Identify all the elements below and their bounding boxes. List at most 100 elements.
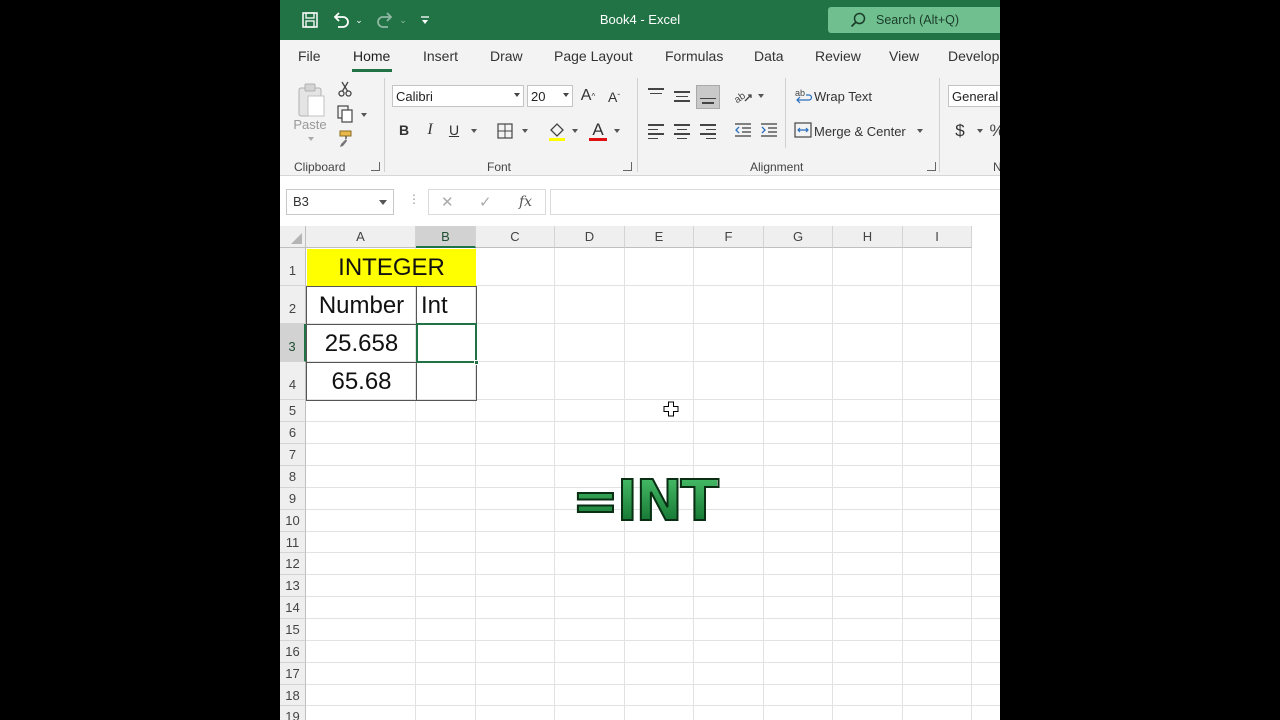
group-separator [939,78,940,172]
row-header-19[interactable]: 19 [280,706,306,720]
row-header-11[interactable]: 11 [280,532,306,553]
tab-insert[interactable]: Insert [423,48,458,64]
row-header-5[interactable]: 5 [280,400,306,422]
tab-draw[interactable]: Draw [490,48,523,64]
align-middle-icon[interactable] [674,91,690,105]
column-header-f[interactable]: F [694,226,764,248]
column-header-i[interactable]: I [903,226,972,248]
cut-icon[interactable] [336,80,354,98]
search-box[interactable]: Search (Alt+Q) [828,7,1000,33]
tab-file[interactable]: File [298,48,321,64]
copy-icon[interactable] [335,104,355,124]
borders-icon[interactable] [495,121,515,141]
insert-function-button[interactable]: fx [519,194,532,210]
column-header-b[interactable]: B [416,226,476,248]
font-color-dropdown-icon[interactable] [614,129,620,133]
worksheet-grid: ABCDEFGHI 1 2 3 4 5 6 7 8 9 10 11 12 13 14 15 16 17 18 19 … [280,226,1000,720]
merge-center-button[interactable]: Merge & Center [814,121,906,141]
decrease-indent-icon[interactable] [733,122,753,138]
gridline-vertical [763,248,764,720]
column-header-c[interactable]: C [476,226,555,248]
orientation-dropdown-icon[interactable] [758,94,764,98]
merge-dropdown-icon[interactable] [917,129,923,133]
row-header-12[interactable]: 12 [280,553,306,575]
font-size-dropdown[interactable]: 20 [527,85,573,107]
fill-handle[interactable] [474,360,479,365]
row-header-14[interactable]: 14 [280,597,306,619]
row-header-2[interactable]: 2 [280,286,306,324]
row-header-3[interactable]: 3 [280,324,306,362]
tab-developer[interactable]: Develop [948,48,999,64]
row-header-1[interactable]: 1 [280,248,306,286]
row-header-8[interactable]: 8 [280,466,306,488]
row-header-4[interactable]: 4 [280,362,306,400]
cell-a1-value: INTEGER [338,253,445,281]
row-header-18[interactable]: 18 [280,685,306,706]
gridline-vertical [902,248,903,720]
underline-button[interactable]: U [446,120,462,140]
cell-a1[interactable]: INTEGER [307,249,476,286]
tab-page-layout[interactable]: Page Layout [554,48,633,64]
tab-data[interactable]: Data [754,48,784,64]
fill-color-icon[interactable] [546,120,568,142]
font-launcher-icon[interactable] [623,162,632,171]
row-header-13[interactable]: 13 [280,575,306,597]
column-header-d[interactable]: D [555,226,625,248]
currency-dropdown-icon[interactable] [977,129,983,133]
paste-label[interactable]: Paste [290,116,330,132]
wrap-text-button[interactable]: Wrap Text [814,86,872,106]
align-bottom-icon[interactable] [696,85,720,109]
currency-format-button[interactable]: $ [953,120,967,142]
increase-indent-icon[interactable] [759,122,779,138]
bold-button[interactable]: B [396,120,412,140]
row-header-10[interactable]: 10 [280,510,306,532]
italic-button[interactable]: I [422,120,438,140]
row-header-6[interactable]: 6 [280,422,306,444]
row-header-17[interactable]: 17 [280,663,306,685]
name-box-value: B3 [293,194,309,209]
tab-review[interactable]: Review [815,48,861,64]
column-header-h[interactable]: H [833,226,903,248]
wrap-text-icon[interactable]: ab [794,86,816,106]
number-format-dropdown[interactable]: General [948,85,1000,107]
merge-center-icon[interactable] [793,121,813,139]
formula-input[interactable] [550,189,1000,215]
clipboard-launcher-icon[interactable] [371,162,380,171]
borders-dropdown-icon[interactable] [522,129,528,133]
row-header-16[interactable]: 16 [280,641,306,663]
tab-home[interactable]: Home [353,48,390,64]
tab-view[interactable]: View [889,48,919,64]
align-left-icon[interactable] [648,124,664,142]
column-header-g[interactable]: G [764,226,833,248]
paste-dropdown-icon[interactable] [308,137,314,141]
align-center-icon[interactable] [674,124,690,142]
gridline-horizontal [306,596,1000,597]
align-top-icon[interactable] [648,88,664,102]
underline-dropdown-icon[interactable] [471,129,477,133]
cancel-icon[interactable]: ✕ [441,193,454,211]
increase-font-size-icon[interactable]: A ^ [578,85,598,107]
format-painter-icon[interactable] [335,129,355,149]
orientation-icon[interactable]: ab [732,85,754,107]
align-right-icon[interactable] [700,124,716,142]
select-all-button[interactable] [280,226,306,248]
font-name-dropdown[interactable]: Calibri [392,85,524,107]
decrease-font-size-icon[interactable]: Aˇ [604,87,624,107]
enter-icon[interactable]: ✓ [479,193,492,211]
column-header-e[interactable]: E [625,226,694,248]
formula-overlay-text: =INT [571,469,720,534]
alignment-launcher-icon[interactable] [927,162,936,171]
active-cell-b3[interactable] [416,323,477,363]
row-header-15[interactable]: 15 [280,619,306,641]
formula-bar-grip-icon[interactable]: ⋮ [408,192,420,206]
gridline-horizontal [306,443,1000,444]
row-header-9[interactable]: 9 [280,488,306,510]
fill-color-dropdown-icon[interactable] [572,129,578,133]
row-header-7[interactable]: 7 [280,444,306,466]
name-box[interactable]: B3 [286,189,394,215]
font-color-icon[interactable]: A [588,119,608,143]
copy-dropdown-icon[interactable] [361,113,367,117]
column-header-a[interactable]: A [306,226,416,248]
tab-formulas[interactable]: Formulas [665,48,723,64]
percent-style-icon[interactable]: % [989,120,1000,142]
